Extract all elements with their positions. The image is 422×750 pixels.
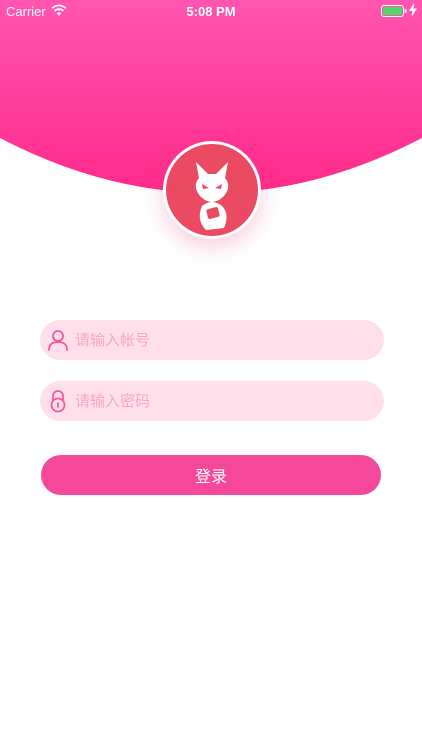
charging-bolt-icon — [409, 3, 417, 20]
lock-icon — [46, 389, 70, 413]
user-icon — [46, 328, 70, 352]
fox-mascot-icon — [195, 162, 229, 230]
account-input[interactable] — [75, 320, 375, 360]
login-button[interactable]: 登录 — [41, 455, 381, 495]
status-bar: Carrier 5:08 PM — [0, 0, 422, 22]
password-field[interactable] — [40, 381, 384, 421]
password-input[interactable] — [75, 381, 375, 421]
app-logo — [163, 141, 261, 239]
battery-icon — [381, 5, 407, 20]
account-field[interactable] — [40, 320, 384, 360]
clock-time: 5:08 PM — [186, 4, 236, 19]
